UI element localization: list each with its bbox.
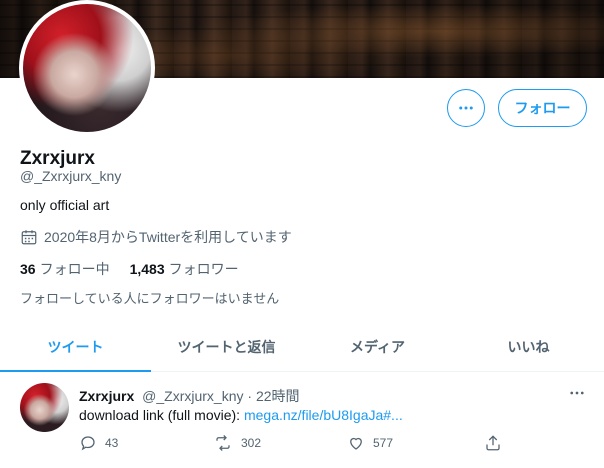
follow-stats: 36 フォロー中 1,483 フォロワー [20,259,259,279]
reply-icon [81,436,95,451]
following-label: フォロー中 [39,261,110,277]
tab-tweets[interactable]: ツイート [0,323,151,372]
followers-label: フォロワー [168,261,239,277]
like-count: 577 [373,436,394,450]
profile-bio: only official art [20,197,110,213]
profile-avatar[interactable] [19,0,155,136]
retweet-icon [216,435,230,451]
tweet-author-handle[interactable]: @_Zxrxjurx_kny [142,388,243,404]
tab-media[interactable]: メディア [302,323,453,371]
heart-icon [350,437,362,450]
join-date-text: 2020年8月からTwitterを利用しています [44,229,292,245]
user-handle: @_Zxrxjurx_kny [20,168,122,184]
followers-link[interactable]: 1,483 フォロワー [130,259,239,279]
tweet-actions: 43 302 577 [79,434,599,456]
tweet-link[interactable]: mega.nz/file/bU8IgaJa#... [244,407,403,423]
join-date: 2020年8月からTwitterを利用しています [20,227,292,247]
following-link[interactable]: 36 フォロー中 [20,259,110,279]
reply-count: 43 [105,436,119,450]
share-icon [486,435,500,451]
tweet-time[interactable]: 22時間 [256,388,300,404]
tab-likes[interactable]: いいね [453,323,604,371]
like-button[interactable]: 577 [347,434,393,452]
calendar-icon [21,230,37,245]
tweet-text: download link (full movie): mega.nz/file… [79,407,403,423]
tweet-author-name[interactable]: Zxrxjurx [79,388,134,404]
tab-tweets-and-replies[interactable]: ツイートと返信 [151,323,302,371]
following-count: 36 [20,261,36,277]
more-horizontal-icon [459,106,473,110]
more-horizontal-icon [570,391,584,395]
tweet-item[interactable]: Zxrxjurx @_Zxrxjurx_kny · 22時間 download … [0,372,604,468]
reply-button[interactable]: 43 [79,434,118,452]
follow-button[interactable]: フォロー [498,89,587,127]
tweet-text-prefix: download link (full movie): [79,407,244,423]
tweet-header: Zxrxjurx @_Zxrxjurx_kny · 22時間 [79,386,300,406]
followers-count: 1,483 [129,261,165,277]
followed-by-note: フォローしている人にフォロワーはいません [20,291,280,306]
retweet-count: 302 [241,436,262,450]
profile-tabs: ツイート ツイートと返信 メディア いいね [0,323,604,372]
tweet-separator: · [247,388,253,404]
tweet-avatar[interactable] [20,383,69,432]
share-button[interactable] [484,434,510,452]
more-options-button[interactable] [447,89,485,127]
display-name: Zxrxjurx [20,148,95,169]
retweet-button[interactable]: 302 [213,434,261,452]
tweet-more-button[interactable] [568,384,586,407]
